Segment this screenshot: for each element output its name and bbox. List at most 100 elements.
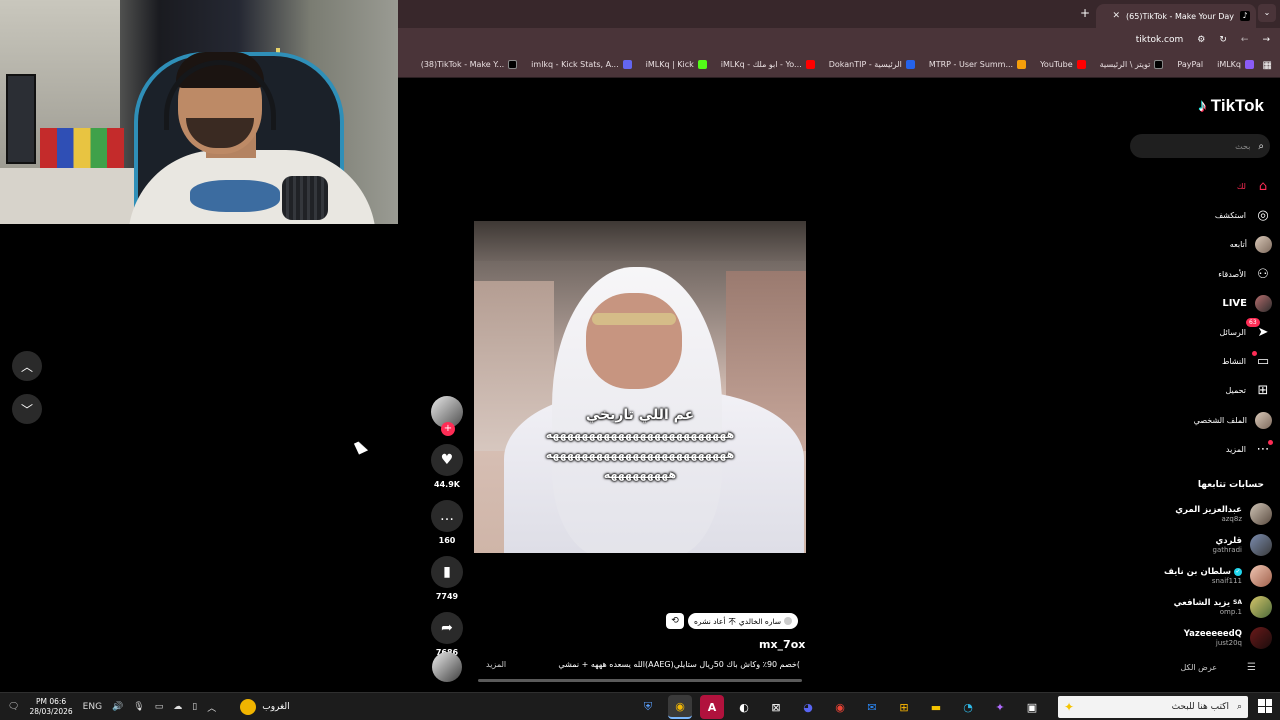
tiktok-note-icon: ♪ <box>1198 96 1207 115</box>
url-text[interactable]: tiktok.com <box>1136 35 1184 45</box>
bookmark-icon[interactable]: ▮ <box>431 556 463 588</box>
bookmark-item[interactable]: imlkq - Kick Stats, A... <box>531 60 632 69</box>
repost-pill[interactable]: أعاد نشره 不 ساره الخالدي <box>688 613 799 629</box>
onedrive-icon[interactable]: ☁ <box>173 702 182 712</box>
bookmarks-bar: iMLKq PayPal تويتر \ الرئيسية YouTube MT… <box>398 56 1280 78</box>
previous-video-button[interactable]: ︿ <box>12 351 42 381</box>
video-actions: + ♥ 44.9K … 160 ▮ 7749 ➦ 7686 <box>428 396 466 668</box>
caption-more-link[interactable]: المزيد <box>486 660 506 669</box>
bookmark-item[interactable]: iMLKq <box>1217 60 1254 69</box>
sidebar-item-upload[interactable]: ⊞ تحميل <box>1122 376 1272 405</box>
bookmark-item[interactable]: PayPal <box>1177 60 1203 69</box>
tab-tiktok[interactable]: ✕ (65)TikTok - Make Your Day ♪ <box>1096 4 1256 28</box>
more-dot <box>1268 440 1273 446</box>
webcam-overlay <box>0 0 398 224</box>
show-hidden-icons[interactable]: ︿ <box>207 701 216 714</box>
tiktok-favicon-icon: ♪ <box>1240 11 1250 21</box>
language-indicator[interactable]: ENG <box>83 702 102 712</box>
bookmark-item[interactable]: MTRP - User Summ... <box>929 60 1027 69</box>
tab-list-button[interactable]: ⌄ <box>1258 4 1276 22</box>
taskbar-search-input[interactable]: ⌕ اكتب هنا للبحث ✦ <box>1058 696 1248 718</box>
sidebar-item-for-you[interactable]: ⌂ لك <box>1122 172 1272 201</box>
edge-icon[interactable]: ◔ <box>956 695 980 719</box>
following-account[interactable]: YazeeeeedQ just20q <box>1112 622 1272 653</box>
bookmark-item[interactable]: تويتر \ الرئيسية <box>1100 60 1164 69</box>
shield-app-icon[interactable]: ⛨ <box>636 695 660 719</box>
search-input[interactable]: بحث ⌕ <box>1130 134 1270 158</box>
sidebar-item-activity[interactable]: ▭ النشاط <box>1122 347 1272 376</box>
sidebar-item-profile[interactable]: الملف الشخصي <box>1122 406 1272 435</box>
sparkle-icon: ✦ <box>1064 700 1075 714</box>
obs-icon[interactable]: ◐ <box>732 695 756 719</box>
avatar-icon <box>1255 236 1272 254</box>
next-video-button[interactable]: ﹀ <box>12 394 42 424</box>
back-icon[interactable]: ← <box>1241 35 1249 45</box>
discord-icon[interactable]: ◕ <box>796 695 820 719</box>
video-player[interactable]: عم اللي تاريخي ههههههههههههههههههههههههه… <box>474 221 806 553</box>
reload-icon[interactable]: ↻ <box>1219 35 1227 45</box>
task-view-icon[interactable]: ▣ <box>1020 695 1044 719</box>
close-tab-icon[interactable]: ✕ <box>1112 11 1120 21</box>
copilot-icon[interactable]: ✦ <box>988 695 1012 719</box>
new-tab-button[interactable]: + <box>1080 6 1090 20</box>
following-account[interactable]: سلطان بن نايف ✓ snaif111 <box>1112 560 1272 591</box>
bookmark-item[interactable]: YouTube <box>1040 60 1086 69</box>
tiktok-logo[interactable]: ♪ TikTok <box>1198 96 1264 116</box>
battery-icon[interactable]: ▯ <box>192 702 197 712</box>
following-account[interactable]: يزيد الشافعي SA omp.1 <box>1112 591 1272 622</box>
share-icon[interactable]: ➦ <box>431 612 463 644</box>
outlook-icon[interactable]: ✉ <box>860 695 884 719</box>
chrome-icon[interactable]: ◉ <box>828 695 852 719</box>
taskbar-apps: ⛨ ◉ A ◐ ⊠ ◕ ◉ ✉ ⊞ ▬ ◔ ✦ ▣ <box>636 695 1044 719</box>
comment-action[interactable]: … 160 <box>428 500 466 546</box>
comment-icon[interactable]: … <box>431 500 463 532</box>
weather-widget[interactable]: الغروب <box>240 699 290 715</box>
video-progress-bar[interactable] <box>478 679 802 682</box>
bookmark-item[interactable]: (38)TikTok - Make Y... <box>421 60 518 69</box>
like-action[interactable]: ♥ 44.9K <box>428 444 466 490</box>
network-icon[interactable]: ▭ <box>155 702 164 712</box>
volume-icon[interactable]: 🔊 <box>112 702 123 712</box>
more-icon: ⋯ <box>1254 440 1273 458</box>
file-explorer-icon[interactable]: ▬ <box>924 695 948 719</box>
microphone-icon[interactable]: 🎙 <box>133 702 144 712</box>
sidebar-item-friends[interactable]: ⚇ الأصدقاء <box>1122 260 1272 289</box>
following-account[interactable]: قلردي gathradi <box>1112 529 1272 560</box>
heart-icon[interactable]: ♥ <box>431 444 463 476</box>
see-all-link[interactable]: ☰ عرض الكل <box>1180 662 1256 673</box>
sidebar-item-more[interactable]: ⋯ المزيد <box>1122 435 1273 464</box>
store-icon[interactable]: ⊞ <box>892 695 916 719</box>
music-disc-avatar[interactable] <box>432 652 462 682</box>
notifications-icon[interactable]: 🗨 <box>8 702 19 712</box>
all-bookmarks-icon[interactable]: ▦ <box>1263 60 1272 71</box>
site-settings-icon[interactable]: ⚙ <box>1197 35 1205 45</box>
address-bar: tiktok.com ⚙ ↻ ← → <box>398 28 1280 56</box>
author-username[interactable]: mx_7ox <box>759 638 805 651</box>
following-account[interactable]: عبدالعزيز المري azq8z <box>1112 498 1272 529</box>
app-a-icon[interactable]: A <box>700 695 724 719</box>
windows-taskbar: 🗨 PM 06:6 28/03/2026 ENG 🔊 🎙 ▭ ☁ ▯ ︿ الغ… <box>0 692 1280 720</box>
save-action[interactable]: ▮ 7749 <box>428 556 466 602</box>
sidebar-item-live[interactable]: LIVE <box>1122 289 1272 318</box>
chevron-down-icon: ﹀ <box>20 402 33 417</box>
bookmark-item[interactable]: iMLKq - ابو ملك - Yo... <box>721 60 815 69</box>
search-icon[interactable]: ⌕ <box>1258 141 1264 152</box>
following-list: عبدالعزيز المري azq8z قلردي gathradi سلطان… <box>1112 498 1272 653</box>
forward-icon[interactable]: → <box>1262 35 1270 45</box>
activity-dot <box>1252 350 1257 356</box>
verified-badge-icon: ✓ <box>1234 567 1242 576</box>
clock[interactable]: PM 06:6 28/03/2026 <box>29 697 72 717</box>
bookmark-item[interactable]: iMLKq | Kick <box>646 60 707 69</box>
creator-avatar[interactable]: + <box>431 396 463 436</box>
sidebar-item-messages[interactable]: ➤ 63 الرسائل <box>1122 317 1272 347</box>
chrome-active-icon[interactable]: ◉ <box>668 695 692 719</box>
browser-tab-bar: + ✕ (65)TikTok - Make Your Day ♪ ⌄ <box>398 0 1280 28</box>
user-avatar-icon <box>784 617 793 625</box>
sidebar-item-explore[interactable]: ◎ استكشف <box>1122 201 1272 230</box>
messages-icon: ➤ 63 <box>1246 317 1272 342</box>
sidebar-item-following[interactable]: أتابعه <box>1122 230 1272 259</box>
follow-plus-icon[interactable]: + <box>441 422 455 436</box>
xbox-icon[interactable]: ⊠ <box>764 695 788 719</box>
start-button[interactable] <box>1258 699 1272 713</box>
bookmark-item[interactable]: DokanTIP - الرئيسية <box>829 60 915 69</box>
